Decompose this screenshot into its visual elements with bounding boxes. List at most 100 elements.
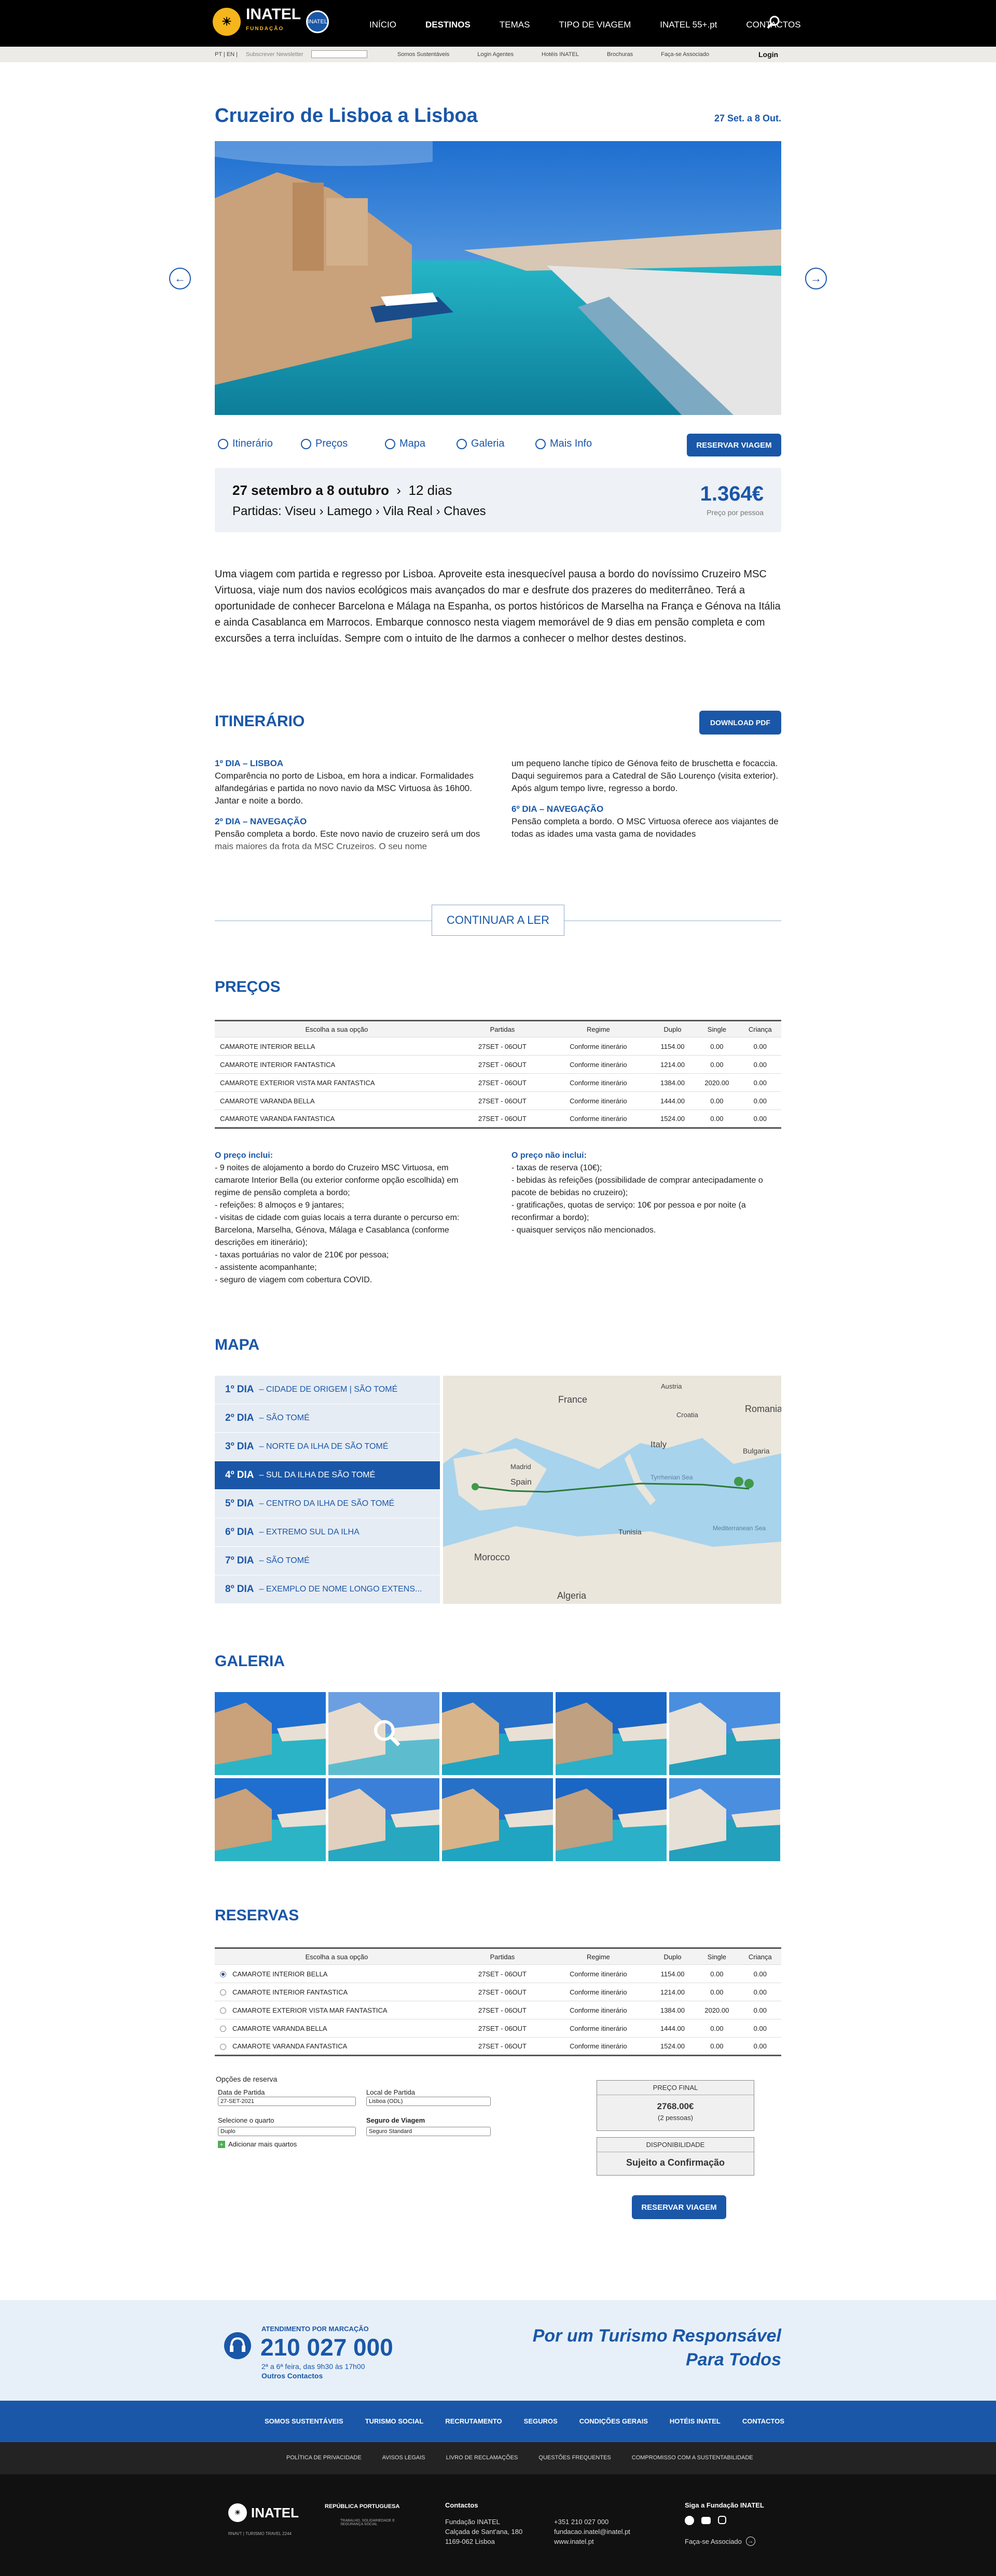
excludes-item: - gratificações, quotas de serviço: 10€ …	[511, 1201, 746, 1222]
gallery-thumbnail[interactable]	[556, 1778, 667, 1861]
facebook-icon[interactable]	[685, 2516, 694, 2525]
excludes-item: - taxas de reserva (10€);	[511, 1164, 602, 1172]
map-day-item[interactable]: 2º DIA – SÃO TOMÉ	[215, 1404, 440, 1433]
download-pdf-button[interactable]: DOWNLOAD PDF	[699, 711, 781, 735]
footer-nav-link[interactable]: CONTACTOS	[742, 2417, 784, 2425]
date-select[interactable]: 27-SET-2021	[218, 2097, 356, 2106]
radio-icon	[301, 438, 311, 449]
menu-inicio[interactable]: INÍCIO	[369, 20, 396, 30]
menu-inatel-55[interactable]: INATEL 55+.pt	[660, 20, 717, 30]
link-associado[interactable]: Faça-se Associado	[661, 51, 709, 58]
gallery-thumbnail[interactable]	[328, 1778, 439, 1861]
add-rooms-link[interactable]: + Adicionar mais quartos	[218, 2140, 297, 2148]
gallery-thumbnail[interactable]	[328, 1692, 439, 1775]
gallery-thumbnail[interactable]	[442, 1692, 553, 1775]
table-cell: 0.00	[695, 1037, 739, 1056]
tab-mapa[interactable]: Mapa	[385, 438, 425, 450]
search-icon[interactable]	[767, 16, 780, 29]
footer-email[interactable]: fundacao.inatel@inatel.pt	[554, 2527, 630, 2537]
table-row[interactable]: CAMAROTE VARANDA BELLA 27SET - 06OUT Confo…	[215, 2019, 781, 2038]
map-day-item[interactable]: 8º DIA – EXEMPLO DE NOME LONGO EXTENS...	[215, 1575, 440, 1604]
table-cell: 1214.00	[650, 1055, 695, 1074]
footer-nav-link[interactable]: SOMOS SUSTENTÁVEIS	[265, 2417, 343, 2425]
link-hoteis[interactable]: Hotéis INATEL	[542, 51, 579, 58]
other-contacts-link[interactable]: Outros Contactos	[261, 2372, 323, 2380]
legal-link[interactable]: COMPROMISSO COM A SUSTENTABILIDADE	[632, 2455, 753, 2461]
continue-reading-button[interactable]: CONTINUAR A LER	[432, 905, 564, 936]
gallery-thumbnail[interactable]	[215, 1778, 326, 1861]
option-radio[interactable]	[220, 1971, 226, 1978]
map-day-item[interactable]: 5º DIA – CENTRO DA ILHA DE SÃO TOMÉ	[215, 1490, 440, 1518]
tab-galeria[interactable]: Galeria	[457, 438, 504, 450]
login-link[interactable]: Login	[758, 50, 778, 59]
table-row[interactable]: CAMAROTE INTERIOR BELLA 27SET - 06OUT Conf…	[215, 1964, 781, 1983]
footer-nav-link[interactable]: SEGUROS	[524, 2417, 558, 2425]
footer-nav-link[interactable]: HOTÉIS INATEL	[670, 2417, 721, 2425]
tab-precos[interactable]: Preços	[301, 438, 348, 450]
map-day-item[interactable]: 1º DIA – CIDADE DE ORIGEM | SÃO TOMÉ	[215, 1376, 440, 1404]
table-cell: 0.00	[739, 1055, 781, 1074]
table-cell: 1384.00	[650, 1073, 695, 1092]
map-day-item[interactable]: 3º DIA – NORTE DA ILHA DE SÃO TOMÉ	[215, 1433, 440, 1461]
menu-destinos[interactable]: DESTINOS	[425, 20, 471, 30]
day-label: – SÃO TOMÉ	[259, 1556, 310, 1565]
table-row[interactable]: CAMAROTE EXTERIOR VISTA MAR FANTASTICA 27…	[215, 2001, 781, 2019]
instagram-icon[interactable]	[718, 2516, 726, 2524]
inatel-55-badge[interactable]: INATEL	[306, 10, 329, 33]
col-child: Criança	[739, 1020, 781, 1037]
room-select[interactable]: Duplo	[218, 2127, 356, 2136]
option-radio[interactable]	[220, 1989, 226, 1996]
insurance-select[interactable]: Seguro Standard	[366, 2127, 491, 2136]
inatel-logo[interactable]: ☀ INATEL FUNDAÇÃO INATEL	[213, 7, 329, 36]
option-radio[interactable]	[220, 2007, 226, 2014]
option-radio[interactable]	[220, 2043, 226, 2050]
trip-summary: 27 setembro a 8 outubro › 12 dias Partid…	[215, 468, 781, 532]
footer-nav-link[interactable]: RECRUTAMENTO	[445, 2417, 502, 2425]
gallery-thumbnail[interactable]	[442, 1778, 553, 1861]
route-map[interactable]: France Austria Croatia Romania Bulgaria …	[443, 1376, 781, 1604]
menu-tipo-viagem[interactable]: TIPO DE VIAGEM	[559, 20, 631, 30]
newsletter-input[interactable]	[311, 50, 367, 58]
footer-nav-link[interactable]: CONDIÇÕES GERAIS	[579, 2417, 648, 2425]
footer-web[interactable]: www.inatel.pt	[554, 2537, 630, 2546]
tab-mais-info[interactable]: Mais Info	[535, 438, 592, 450]
legal-link[interactable]: QUESTÕES FREQUENTES	[538, 2455, 611, 2461]
link-sustentaveis[interactable]: Somos Sustentáveis	[397, 51, 449, 58]
youtube-icon[interactable]	[701, 2517, 711, 2524]
link-login-agentes[interactable]: Login Agentes	[477, 51, 514, 58]
legal-link[interactable]: POLÍTICA DE PRIVACIDADE	[286, 2455, 362, 2461]
become-member-link[interactable]: Faça-se Associado →	[685, 2537, 755, 2546]
menu-temas[interactable]: TEMAS	[500, 20, 530, 30]
tab-itinerario[interactable]: Itinerário	[218, 438, 273, 450]
table-cell: CAMAROTE EXTERIOR VISTA MAR FANTASTICA	[215, 2001, 459, 2019]
footer-nav-link[interactable]: TURISMO SOCIAL	[365, 2417, 424, 2425]
map-day-item[interactable]: 4º DIA – SUL DA ILHA DE SÃO TOMÉ	[215, 1461, 440, 1490]
day-label: – SUL DA ILHA DE SÃO TOMÉ	[259, 1471, 376, 1479]
table-row[interactable]: CAMAROTE INTERIOR FANTASTICA 27SET - 06OU…	[215, 1983, 781, 2001]
reserve-trip-button-bottom[interactable]: RESERVAR VIAGEM	[632, 2195, 726, 2219]
legal-link[interactable]: AVISOS LEGAIS	[382, 2455, 425, 2461]
local-select[interactable]: Lisboa (ODL)	[366, 2097, 491, 2106]
link-brochuras[interactable]: Brochuras	[607, 51, 633, 58]
reserve-trip-button[interactable]: RESERVAR VIAGEM	[687, 434, 781, 456]
gallery-thumbnail[interactable]	[556, 1692, 667, 1775]
prev-arrow-icon[interactable]: ←	[169, 268, 191, 289]
includes-item: - taxas portuárias no valor de 210€ por …	[215, 1251, 389, 1259]
local-label: Local de Partida	[366, 2088, 415, 2096]
map-day-item[interactable]: 6º DIA – EXTREMO SUL DA ILHA	[215, 1518, 440, 1547]
table-cell: Conforme itinerário	[546, 1073, 651, 1092]
option-radio[interactable]	[220, 2026, 226, 2032]
gallery-thumbnail[interactable]	[669, 1778, 780, 1861]
gallery-thumbnail[interactable]	[215, 1692, 326, 1775]
footer-inatel-logo[interactable]: ☀ INATEL	[228, 2503, 299, 2522]
table-cell: 0.00	[739, 2037, 781, 2056]
arrow-right-icon: →	[745, 2537, 755, 2546]
legal-link[interactable]: LIVRO DE RECLAMAÇÕES	[446, 2455, 518, 2461]
gallery-thumbnail[interactable]	[669, 1692, 780, 1775]
footer-phone[interactable]: +351 210 027 000	[554, 2517, 630, 2527]
contact-phone[interactable]: 210 027 000	[260, 2333, 393, 2361]
table-row[interactable]: CAMAROTE VARANDA FANTASTICA 27SET - 06OUT…	[215, 2037, 781, 2056]
map-day-item[interactable]: 7º DIA – SÃO TOMÉ	[215, 1547, 440, 1575]
language-switch[interactable]: PT | EN |	[215, 51, 238, 58]
next-arrow-icon[interactable]: →	[805, 268, 827, 289]
